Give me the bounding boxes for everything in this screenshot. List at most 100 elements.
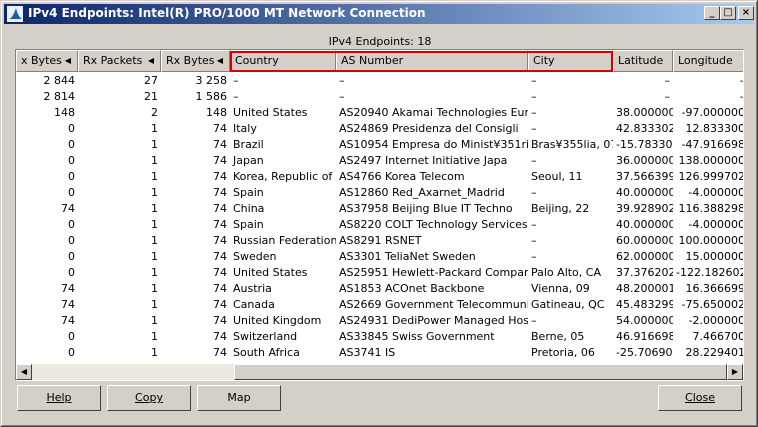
- copy-button[interactable]: Copy: [107, 385, 191, 411]
- table-row[interactable]: 0 1 74 Italy AS24869 Presidenza del Consigli…: [16, 121, 743, 137]
- endpoints-table[interactable]: x Bytes ◀ Rx Packets ◀ Rx Bytes ◀ Country AS Nu…: [15, 49, 744, 381]
- cell-longitude: 138.000000: [678, 154, 743, 167]
- maximize-button[interactable]: □: [720, 6, 736, 20]
- sort-arrow-left-icon: ◀: [64, 56, 71, 65]
- cell-as-number: AS24931 DediPower Managed Hosti: [339, 314, 528, 327]
- table-row[interactable]: 2 814211 586–––––: [16, 89, 744, 105]
- table-row[interactable]: 0 1 74 Sweden AS3301 TeliaNet Sweden – 62.0000…: [16, 249, 743, 265]
- column-header-latitude[interactable]: Latitude: [613, 50, 673, 72]
- cell-as-number: AS10954 Empresa do Minist¥351ri: [339, 138, 528, 151]
- cell-longitude: 28.229401: [685, 346, 744, 359]
- cell-latitude: 37.376202: [616, 266, 673, 279]
- column-header-rx-packets[interactable]: Rx Packets ◀: [78, 50, 161, 72]
- column-header-label: Rx Bytes: [166, 54, 215, 67]
- cell-rx-bytes: 74: [213, 122, 227, 135]
- cell-rx-bytes: 74: [213, 170, 227, 183]
- column-header-longitude[interactable]: Longitude: [673, 50, 743, 72]
- column-header-label: Country: [235, 54, 279, 67]
- column-header-rx-bytes[interactable]: Rx Bytes ◀: [161, 50, 230, 72]
- table-row[interactable]: 74 1 74 United Kingdom AS24931 DediPower Man…: [16, 313, 743, 329]
- column-header-label: Latitude: [618, 54, 664, 67]
- endpoints-window: IPv4 Endpoints: Intel(R) PRO/1000 MT Net…: [0, 0, 758, 427]
- cell-as-number: AS20940 Akamai Technologies Eur: [339, 106, 528, 119]
- cell-as-number: AS3741 IS: [339, 346, 396, 359]
- cell-rx-bytes: 74: [213, 282, 227, 295]
- table-row[interactable]: 0 1 74 Spain AS8220 COLT Technology Services…: [16, 217, 743, 233]
- table-row[interactable]: 0 1 74 Spain AS12860 Red_Axarnet_Madrid – 40.0…: [16, 185, 743, 201]
- cell-country: United States: [233, 266, 308, 279]
- table-row[interactable]: 0 1 74 United States AS25951 Hewlett-Packard…: [16, 265, 743, 281]
- window-title: IPv4 Endpoints: Intel(R) PRO/1000 MT Net…: [28, 6, 426, 20]
- column-header-city[interactable]: City: [528, 50, 613, 72]
- table-row[interactable]: 0 1 74 Russian Federation AS8291 RSNET – 60.00…: [16, 233, 743, 249]
- cell-city: –: [531, 122, 537, 135]
- cell-as-number: AS8291 RSNET: [339, 234, 422, 247]
- cell-city: –: [531, 90, 537, 103]
- table-row[interactable]: 2 844273 258–––––: [16, 73, 744, 89]
- cell-rx-packets: 1: [151, 186, 158, 199]
- cell-country: Austria: [233, 282, 272, 295]
- table-row[interactable]: 0 1 74 Japan AS2497 Internet Initiative Japa…: [16, 153, 743, 169]
- cell-as-number: AS24869 Presidenza del Consigli: [339, 122, 519, 135]
- wireshark-fin-icon: [7, 6, 23, 22]
- cell-rx-bytes: 74: [213, 266, 227, 279]
- cell-longitude: -4.000000: [688, 186, 743, 199]
- cell-country: Japan: [233, 154, 264, 167]
- cell-longitude: -47.916698: [681, 138, 743, 151]
- close-button[interactable]: Close: [658, 385, 742, 411]
- cell-rx-bytes: 74: [213, 330, 227, 343]
- cell-city: Berne, 05: [531, 330, 585, 343]
- cell-rx-bytes: 74: [213, 202, 227, 215]
- cell-tx-bytes: 0: [68, 218, 75, 231]
- table-row[interactable]: 74 1 74 Austria AS1853 ACOnet Backbone Vienna…: [16, 281, 743, 297]
- table-row[interactable]: 74 1 74 China AS37958 Beijing Blue IT Techno…: [16, 201, 743, 217]
- table-row[interactable]: 0 1 74 Korea, Republic of AS4766 Korea Telec…: [16, 169, 743, 185]
- table-row[interactable]: 148 2 148 United States AS20940 Akamai Techn…: [16, 105, 743, 121]
- column-header-tx-bytes[interactable]: x Bytes ◀: [16, 50, 78, 72]
- column-header-as-number[interactable]: AS Number: [336, 50, 528, 72]
- cell-latitude: -25.706900: [616, 346, 673, 359]
- cell-latitude: 42.833302: [616, 122, 673, 135]
- table-row[interactable]: 74 1 74 Canada AS2669 Government Telecommuni…: [16, 297, 743, 313]
- scroll-right-icon[interactable]: ▶: [727, 364, 743, 380]
- cell-country: Italy: [233, 122, 257, 135]
- cell-rx-packets: 1: [151, 154, 158, 167]
- cell-latitude: 36.000000: [616, 154, 673, 167]
- table-row[interactable]: 0 1 74 Brazil AS10954 Empresa do Minist¥351r…: [16, 137, 743, 153]
- cell-longitude: 12.833300: [685, 122, 744, 135]
- cell-as-number: –: [339, 90, 345, 103]
- cell-city: –: [531, 234, 537, 247]
- column-header-label: x Bytes: [21, 54, 62, 67]
- help-button[interactable]: Help: [17, 385, 101, 411]
- cell-tx-bytes: 2 814: [43, 90, 76, 103]
- scroll-left-icon[interactable]: ◀: [16, 364, 32, 380]
- table-row[interactable]: 0 1 74 Switzerland AS33845 Swiss Government B…: [16, 329, 743, 345]
- cell-country: Brazil: [233, 138, 264, 151]
- scrollbar-thumb[interactable]: [234, 364, 727, 380]
- cell-country: Sweden: [233, 250, 277, 263]
- minimize-button[interactable]: _: [704, 6, 720, 20]
- cell-tx-bytes: 74: [61, 282, 75, 295]
- cell-rx-bytes: 74: [213, 218, 227, 231]
- column-header-country[interactable]: Country: [230, 50, 336, 72]
- title-bar[interactable]: IPv4 Endpoints: Intel(R) PRO/1000 MT Net…: [4, 4, 754, 24]
- close-window-button[interactable]: ×: [738, 6, 754, 20]
- cell-latitude: 60.000000: [616, 234, 673, 247]
- cell-as-number: AS37958 Beijing Blue IT Techno: [339, 202, 513, 215]
- cell-latitude: 54.000000: [616, 314, 673, 327]
- cell-rx-packets: 21: [144, 90, 158, 103]
- cell-tx-bytes: 2 844: [43, 74, 76, 87]
- cell-latitude: 38.000000: [616, 106, 673, 119]
- cell-longitude: 116.388298: [678, 202, 743, 215]
- cell-rx-packets: 1: [151, 330, 158, 343]
- cell-as-number: AS2669 Government Telecommunica: [339, 298, 528, 311]
- cell-latitude: 40.000000: [616, 218, 673, 231]
- cell-longitude: -4.000000: [688, 218, 743, 231]
- cell-rx-bytes: 74: [213, 154, 227, 167]
- horizontal-scrollbar[interactable]: ◀ ▶: [16, 364, 743, 380]
- cell-country: Switzerland: [233, 330, 298, 343]
- cell-longitude: 100.000000: [678, 234, 743, 247]
- map-button[interactable]: Map: [197, 385, 281, 411]
- cell-tx-bytes: 74: [61, 202, 75, 215]
- table-row[interactable]: 0 1 74 South Africa AS3741 IS Pretoria, 06 -25…: [16, 345, 743, 361]
